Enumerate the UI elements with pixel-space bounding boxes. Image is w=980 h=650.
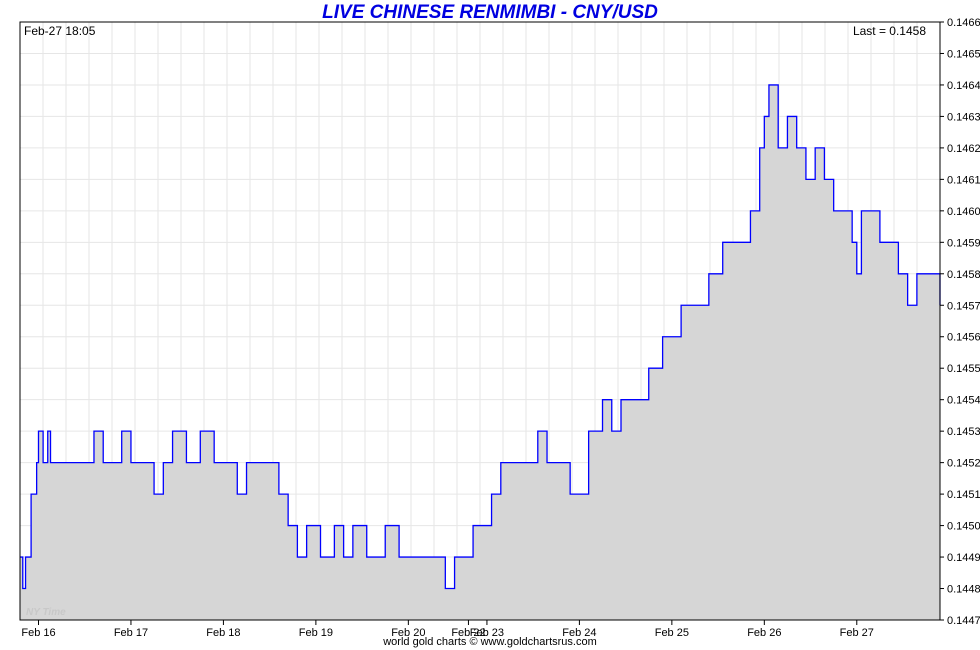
y-tick-label: 0.1461: [947, 174, 980, 186]
y-tick-label: 0.1447: [947, 615, 980, 627]
y-tick-label: 0.1460: [947, 206, 980, 218]
header-last-price: Last = 0.1458: [853, 24, 926, 38]
y-tick-label: 0.1463: [947, 111, 980, 123]
y-tick-label: 0.1451: [947, 489, 980, 501]
y-tick-label: 0.1457: [947, 300, 980, 312]
y-tick-label: 0.1449: [947, 552, 980, 564]
chart-area: Feb-27 18:05 Last = 0.1458 NY Time 0.144…: [19, 17, 980, 639]
y-tick-label: 0.1462: [947, 143, 980, 155]
header-timestamp: Feb-27 18:05: [24, 24, 96, 38]
footer-credit: world gold charts © www.goldchartsrus.co…: [383, 636, 597, 648]
y-tick-label: 0.1456: [947, 332, 980, 344]
y-axis: 0.1447 0.1448 0.1449 0.1450 0.1451 0.1452 0.14…: [940, 17, 980, 627]
y-tick-label: 0.1458: [947, 269, 980, 281]
timezone-watermark: NY Time: [26, 607, 66, 618]
y-tick-label: 0.1459: [947, 237, 980, 249]
y-tick-label: 0.1465: [947, 48, 980, 60]
y-tick-label: 0.1453: [947, 426, 980, 438]
y-tick-label: 0.1452: [947, 458, 980, 470]
y-tick-label: 0.1455: [947, 363, 980, 375]
y-tick-label: 0.1454: [947, 395, 980, 407]
y-tick-label: 0.1464: [947, 80, 980, 92]
y-tick-label: 0.1466: [947, 17, 980, 29]
y-tick-label: 0.1450: [947, 521, 980, 533]
y-tick-label: 0.1448: [947, 584, 980, 596]
